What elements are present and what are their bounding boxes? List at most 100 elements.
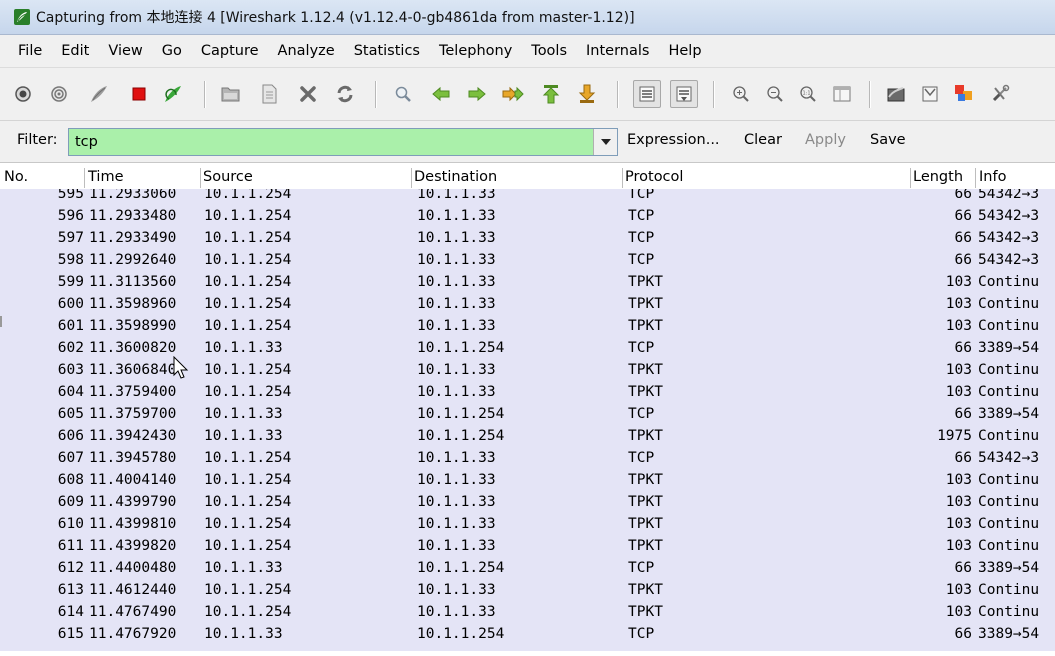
menu-telephony[interactable]: Telephony (429, 43, 521, 59)
packet-protocol-cell: TPKT (628, 274, 663, 290)
column-destination-header[interactable]: Destination (414, 169, 497, 185)
normal-size-icon[interactable]: 1:1 (797, 83, 819, 105)
menu-internals[interactable]: Internals (576, 43, 658, 59)
packet-protocol-cell: TCP (628, 340, 655, 356)
column-info-header[interactable]: Info (979, 169, 1006, 185)
packet-source-cell: 10.1.1.254 (204, 384, 292, 400)
menu-file[interactable]: File (0, 43, 51, 59)
packet-length-cell: 66 (954, 340, 972, 356)
packet-source-cell: 10.1.1.33 (204, 340, 283, 356)
apply-button[interactable]: Apply (805, 132, 846, 148)
restart-capture-icon[interactable] (162, 83, 184, 105)
mouse-cursor-icon (173, 356, 189, 379)
reload-icon[interactable] (334, 83, 356, 105)
filter-dropdown-button[interactable] (593, 129, 617, 155)
filter-combobox[interactable] (68, 128, 618, 156)
packet-info-cell: Continu (978, 494, 1040, 510)
packet-length-cell: 103 (945, 538, 972, 554)
packet-time-cell: 11.3759700 (89, 406, 177, 422)
close-file-icon[interactable] (297, 83, 319, 105)
packet-length-cell: 66 (954, 406, 972, 422)
packet-destination-cell: 10.1.1.33 (417, 208, 496, 224)
packet-info-cell: 54342→3 (978, 450, 1040, 466)
column-no-header[interactable]: No. (4, 169, 28, 185)
packet-list[interactable]: 595 11.2933060 10.1.1.254 10.1.1.33 TCP 66 543… (0, 189, 1055, 656)
go-to-packet-icon[interactable] (502, 83, 524, 105)
column-time-header[interactable]: Time (88, 169, 124, 185)
svg-text:1:1: 1:1 (802, 91, 810, 97)
preferences-icon[interactable] (989, 83, 1011, 105)
packet-length-cell: 103 (945, 516, 972, 532)
save-button[interactable]: Save (870, 132, 906, 148)
packet-destination-cell: 10.1.1.254 (417, 340, 505, 356)
packet-length-cell: 103 (945, 472, 972, 488)
resize-columns-icon[interactable] (831, 83, 853, 105)
packet-source-cell: 10.1.1.33 (204, 406, 283, 422)
first-packet-icon[interactable] (540, 83, 562, 105)
display-filters-icon[interactable] (919, 83, 941, 105)
packet-info-cell: Continu (978, 428, 1040, 444)
clear-button[interactable]: Clear (744, 132, 782, 148)
main-toolbar: 1:1 (0, 67, 1055, 121)
capture-options-icon[interactable] (48, 83, 70, 105)
packet-destination-cell: 10.1.1.33 (417, 450, 496, 466)
find-packet-icon[interactable] (392, 83, 414, 105)
go-forward-icon[interactable] (466, 83, 488, 105)
packet-number-cell: 615 (57, 626, 84, 642)
wireshark-logo-icon (14, 9, 30, 25)
zoom-out-icon[interactable] (764, 83, 786, 105)
packet-destination-cell: 10.1.1.33 (417, 189, 496, 202)
menu-go[interactable]: Go (152, 43, 191, 59)
packet-source-cell: 10.1.1.254 (204, 362, 292, 378)
packet-source-cell: 10.1.1.254 (204, 318, 292, 334)
column-length-header[interactable]: Length (913, 169, 963, 185)
packet-info-cell: Continu (978, 274, 1040, 290)
packet-length-cell: 66 (954, 189, 972, 202)
packet-source-cell: 10.1.1.254 (204, 208, 292, 224)
menu-bar: File Edit View Go Capture Analyze Statis… (0, 35, 1055, 67)
packet-list-header: No. Time Source Destination Protocol Len… (0, 167, 1055, 190)
menu-statistics[interactable]: Statistics (344, 43, 429, 59)
colorize-icon[interactable] (633, 80, 661, 108)
packet-number-cell: 611 (57, 538, 84, 554)
menu-capture[interactable]: Capture (191, 43, 268, 59)
start-capture-icon[interactable] (88, 83, 110, 105)
packet-number-cell: 600 (57, 296, 84, 312)
packet-source-cell: 10.1.1.254 (204, 296, 292, 312)
packet-destination-cell: 10.1.1.33 (417, 582, 496, 598)
menu-tools[interactable]: Tools (521, 43, 576, 59)
packet-info-cell: Continu (978, 582, 1040, 598)
packet-protocol-cell: TPKT (628, 428, 663, 444)
coloring-rules-icon[interactable] (953, 83, 975, 105)
packet-info-cell: Continu (978, 318, 1040, 334)
stop-capture-icon[interactable] (128, 83, 150, 105)
filter-input[interactable] (69, 129, 589, 155)
packet-number-cell: 597 (57, 230, 84, 246)
splitter-handle[interactable] (0, 316, 2, 327)
packet-protocol-cell: TPKT (628, 494, 663, 510)
column-source-header[interactable]: Source (203, 169, 253, 185)
packet-row[interactable]: 615 11.4767920 10.1.1.33 10.1.1.254 TCP 66 338… (0, 626, 1055, 651)
go-back-icon[interactable] (430, 83, 452, 105)
column-protocol-header[interactable]: Protocol (625, 169, 683, 185)
auto-scroll-icon[interactable] (670, 80, 698, 108)
packet-info-cell: 54342→3 (978, 208, 1040, 224)
filter-label: Filter: (17, 132, 58, 148)
packet-destination-cell: 10.1.1.254 (417, 406, 505, 422)
packet-time-cell: 11.2933490 (89, 230, 177, 246)
packet-number-cell: 603 (57, 362, 84, 378)
interfaces-icon[interactable] (12, 83, 34, 105)
menu-edit[interactable]: Edit (51, 43, 98, 59)
open-file-icon[interactable] (220, 83, 242, 105)
expression-button[interactable]: Expression... (627, 132, 720, 148)
packet-protocol-cell: TPKT (628, 318, 663, 334)
menu-help[interactable]: Help (658, 43, 710, 59)
packet-info-cell: 3389→54 (978, 406, 1040, 422)
save-file-icon[interactable] (258, 83, 280, 105)
last-packet-icon[interactable] (576, 83, 598, 105)
packet-protocol-cell: TPKT (628, 516, 663, 532)
menu-view[interactable]: View (98, 43, 151, 59)
zoom-in-icon[interactable] (730, 83, 752, 105)
menu-analyze[interactable]: Analyze (268, 43, 344, 59)
capture-filters-icon[interactable] (885, 83, 907, 105)
